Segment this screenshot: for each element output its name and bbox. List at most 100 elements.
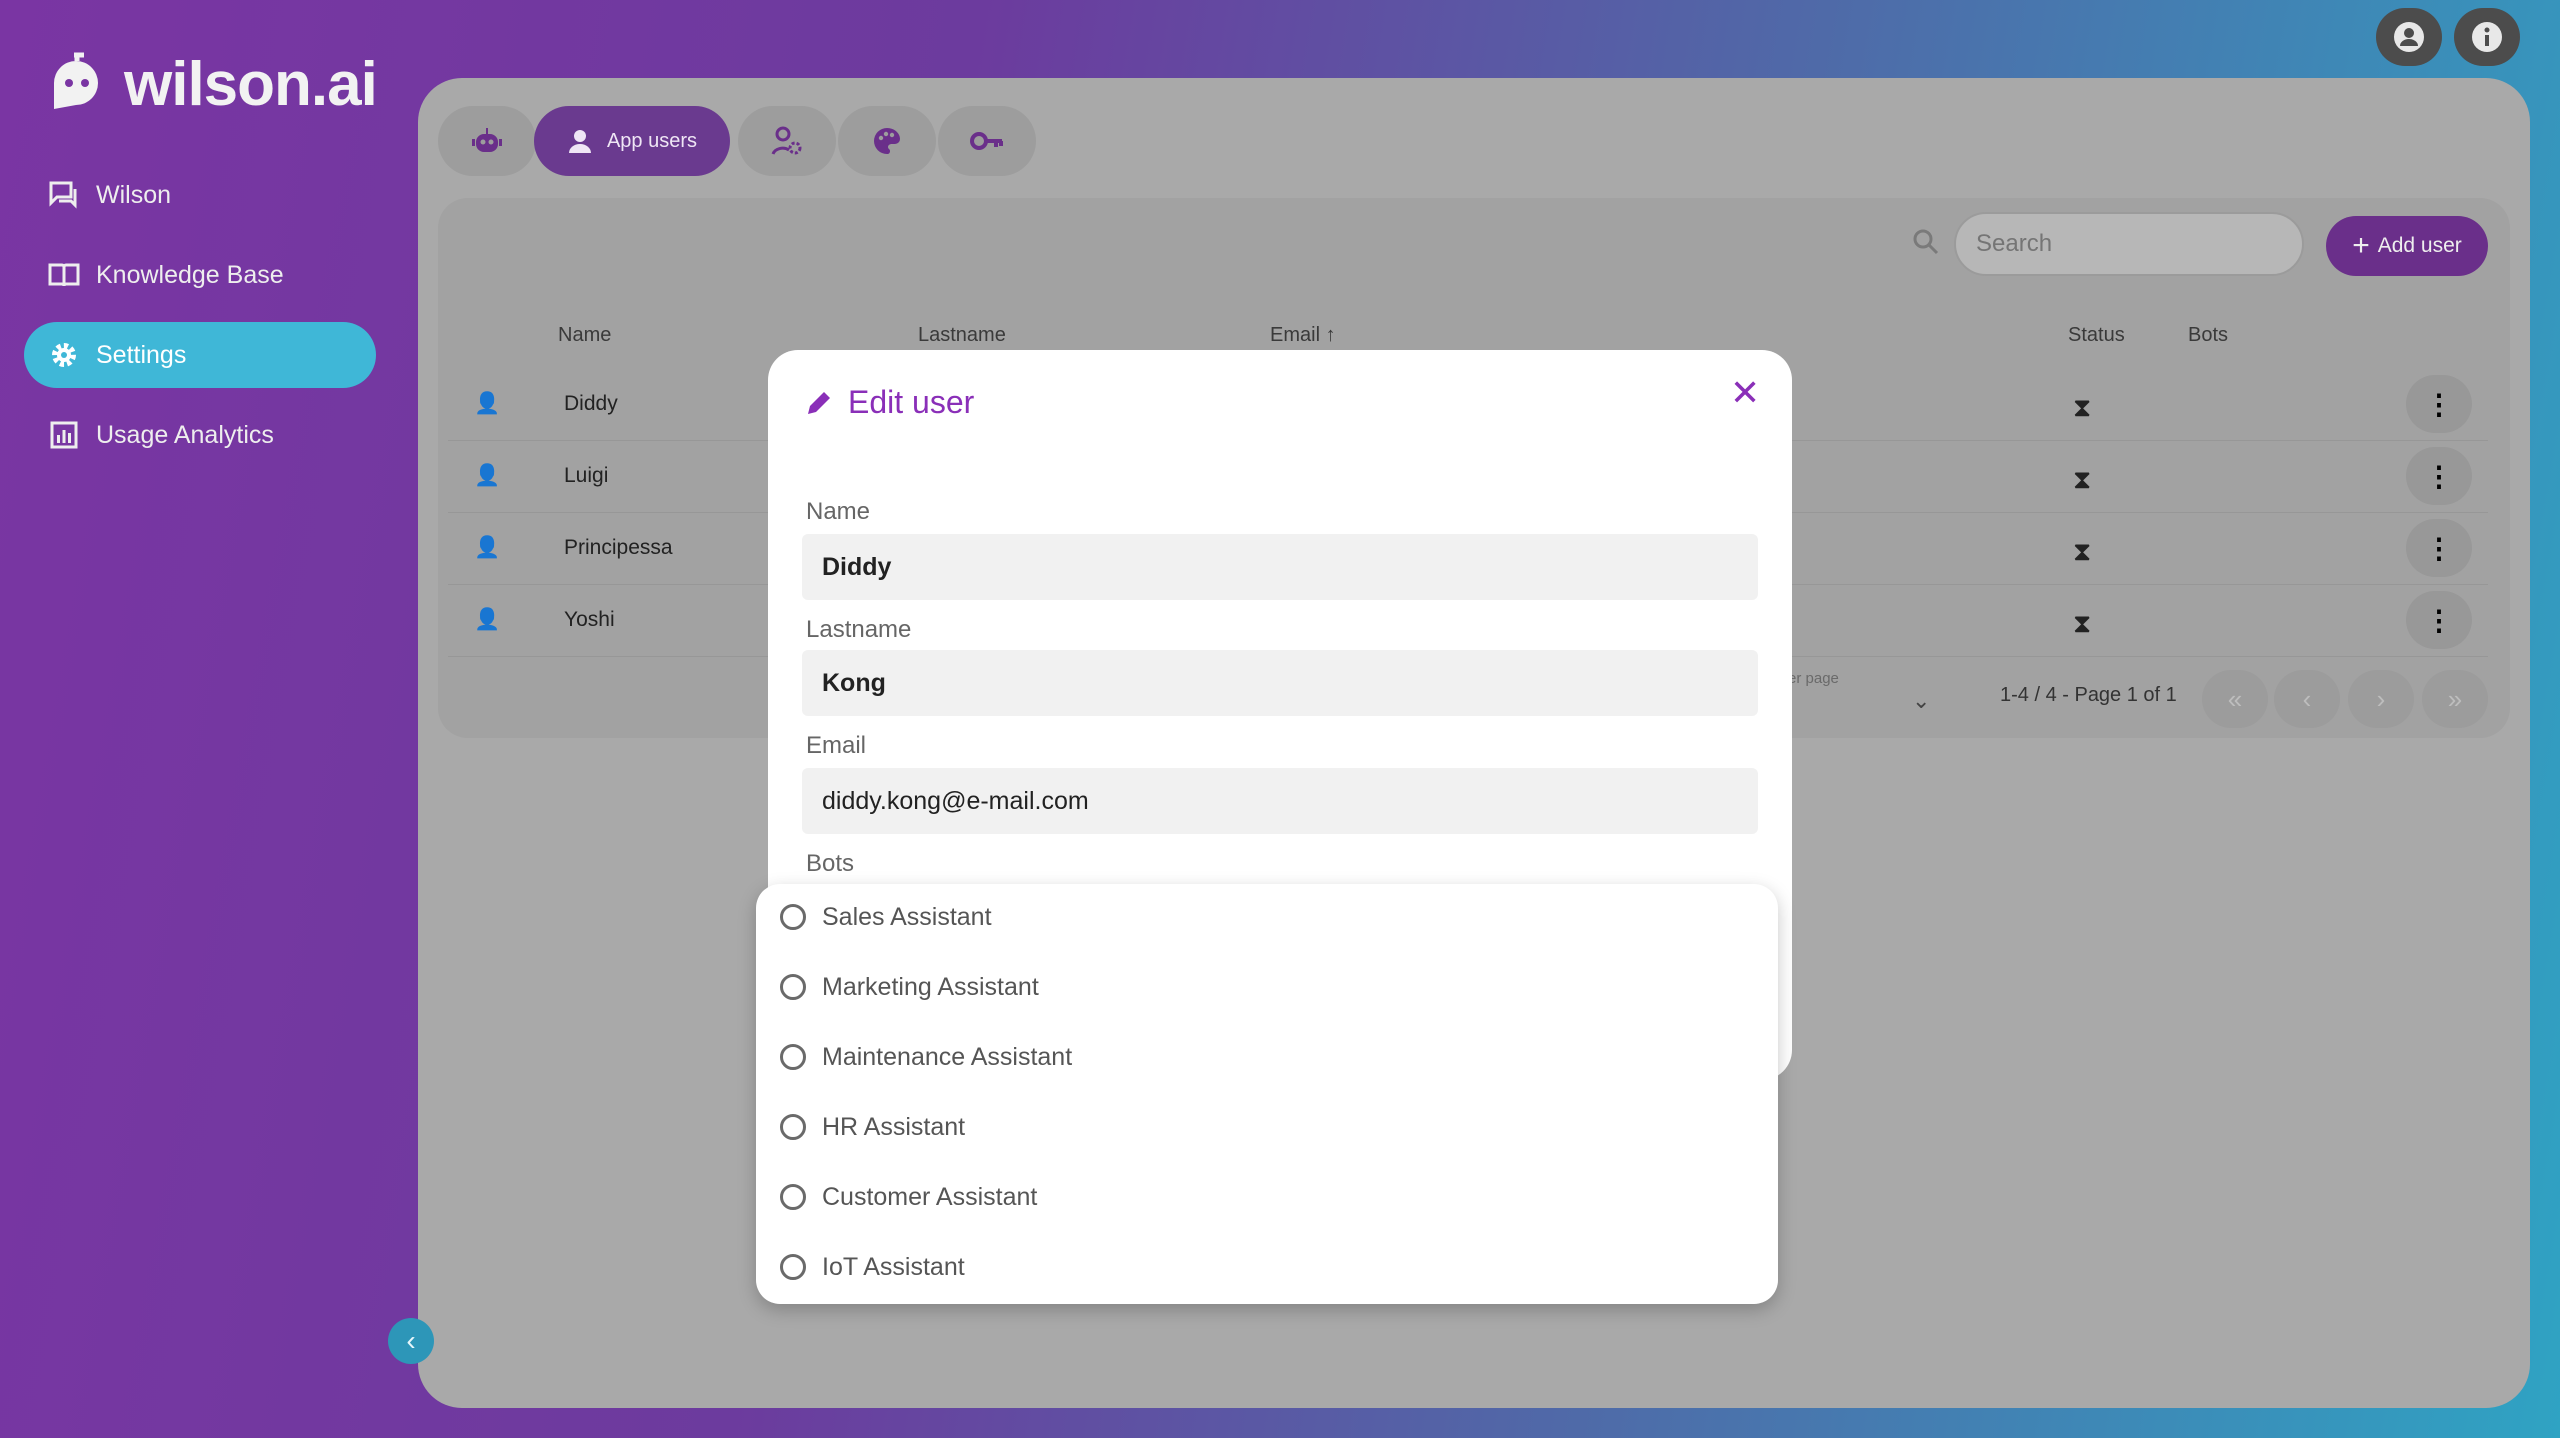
sidebar-item-wilson[interactable]: Wilson <box>24 162 376 228</box>
radio-unchecked-icon <box>780 974 806 1000</box>
radio-unchecked-icon <box>780 1184 806 1210</box>
gear-icon <box>44 335 84 375</box>
bot-option-label: Marketing Assistant <box>822 972 1039 1001</box>
close-icon[interactable]: ✕ <box>1730 372 1760 414</box>
column-header-name[interactable]: Name <box>558 324 611 347</box>
next-page-button[interactable]: › <box>2348 670 2414 728</box>
column-header-email-label: Email <box>1270 324 1321 346</box>
account-button[interactable] <box>2376 8 2442 66</box>
robot-logo-icon <box>54 52 98 109</box>
plus-icon: + <box>2352 229 2370 262</box>
bot-option-label: Sales Assistant <box>822 902 992 931</box>
column-header-email[interactable]: Email ↑ <box>1270 324 1336 347</box>
bots-label: Bots <box>806 850 855 877</box>
sort-ascending-icon: ↑ <box>1325 324 1336 346</box>
bot-option-customer[interactable]: Customer Assistant <box>780 1172 1037 1222</box>
dialog-title: Edit user <box>804 384 974 421</box>
chevron-right-icon: › <box>2376 683 2386 714</box>
name-label: Name <box>806 498 871 525</box>
email-label: Email <box>806 732 867 759</box>
bot-option-label: IoT Assistant <box>822 1252 965 1281</box>
bots-dropdown: Sales Assistant Marketing Assistant Main… <box>756 884 1778 1304</box>
palette-icon <box>874 128 900 154</box>
add-user-label: Add user <box>2377 234 2462 257</box>
chat-icon <box>44 175 84 215</box>
bot-option-hr[interactable]: HR Assistant <box>780 1102 965 1152</box>
bot-option-iot[interactable]: IoT Assistant <box>780 1242 965 1292</box>
kebab-icon: ⋮ <box>2425 388 2453 420</box>
sidebar-item-label: Settings <box>96 340 187 369</box>
lastname-label: Lastname <box>806 616 912 643</box>
row-menu-button[interactable]: ⋮ <box>2406 519 2472 577</box>
book-icon <box>44 255 84 295</box>
double-chevron-left-icon: « <box>2227 683 2243 714</box>
kebab-icon: ⋮ <box>2425 604 2453 636</box>
analytics-icon <box>44 415 84 455</box>
tab-api-keys[interactable] <box>938 106 1036 176</box>
tab-bots[interactable] <box>438 106 536 176</box>
robot-icon <box>472 128 502 152</box>
row-name: Diddy <box>564 392 618 415</box>
radio-unchecked-icon <box>780 1254 806 1280</box>
name-field[interactable]: Diddy <box>802 534 1758 600</box>
radio-unchecked-icon <box>780 1044 806 1070</box>
prev-page-button[interactable]: ‹ <box>2274 670 2340 728</box>
chevron-left-icon: ‹ <box>2302 683 2312 714</box>
tab-app-users[interactable]: App users <box>534 106 730 176</box>
hourglass-icon: ⧗ <box>2073 392 2092 422</box>
column-header-lastname[interactable]: Lastname <box>918 324 1006 347</box>
user-icon <box>568 130 591 153</box>
first-page-button[interactable]: « <box>2202 670 2268 728</box>
dialog-title-text: Edit user <box>848 384 975 420</box>
sidebar-item-settings[interactable]: Settings <box>24 322 376 388</box>
tab-appearance[interactable] <box>838 106 936 176</box>
row-menu-button[interactable]: ⋮ <box>2406 375 2472 433</box>
column-header-bots[interactable]: Bots <box>2188 324 2228 347</box>
column-header-status[interactable]: Status <box>2068 324 2125 347</box>
collapse-sidebar-button[interactable]: ‹ <box>388 1318 434 1364</box>
kebab-icon: ⋮ <box>2425 460 2453 492</box>
row-menu-button[interactable]: ⋮ <box>2406 591 2472 649</box>
row-name: Yoshi <box>564 608 615 631</box>
chevron-down-icon[interactable]: ⌄ <box>1912 688 1930 714</box>
double-chevron-right-icon: » <box>2447 683 2463 714</box>
email-field[interactable]: diddy.kong@e-mail.com <box>802 768 1758 834</box>
sidebar-item-label: Knowledge Base <box>96 260 284 289</box>
account-icon <box>2394 22 2424 52</box>
hourglass-icon: ⧗ <box>2073 536 2092 566</box>
row-name: Luigi <box>564 464 609 487</box>
user-settings-icon <box>771 126 802 155</box>
sidebar-item-label: Wilson <box>96 180 172 209</box>
bot-option-label: Customer Assistant <box>822 1182 1038 1211</box>
last-page-button[interactable]: » <box>2422 670 2488 728</box>
lastname-field[interactable]: Kong <box>802 650 1758 716</box>
tab-user-settings[interactable] <box>738 106 836 176</box>
bot-option-marketing[interactable]: Marketing Assistant <box>780 962 1039 1012</box>
add-user-button[interactable]: + Add user <box>2326 216 2488 276</box>
rows-per-page-label: er page <box>1788 670 1839 687</box>
brand-logo: wilson.ai <box>44 44 378 124</box>
pencil-icon <box>808 391 830 414</box>
radio-unchecked-icon <box>780 1114 806 1140</box>
info-button[interactable] <box>2454 8 2520 66</box>
user-icon: 👤 <box>474 608 501 631</box>
bot-option-label: Maintenance Assistant <box>822 1042 1073 1071</box>
user-icon: 👤 <box>474 536 501 559</box>
brand-name: wilson.ai <box>124 49 378 119</box>
bot-option-sales[interactable]: Sales Assistant <box>780 892 992 942</box>
bot-option-maintenance[interactable]: Maintenance Assistant <box>780 1032 1072 1082</box>
user-icon: 👤 <box>474 464 501 487</box>
sidebar-item-knowledge-base[interactable]: Knowledge Base <box>24 242 376 308</box>
key-icon <box>970 132 1003 150</box>
radio-unchecked-icon <box>780 904 806 930</box>
user-icon: 👤 <box>474 392 501 415</box>
kebab-icon: ⋮ <box>2425 532 2453 564</box>
row-name: Principessa <box>564 536 673 559</box>
search-icon <box>1912 228 1940 261</box>
page-info: 1-4 / 4 - Page 1 of 1 <box>2000 684 2177 706</box>
sidebar-item-usage-analytics[interactable]: Usage Analytics <box>24 402 376 468</box>
tab-label: App users <box>606 129 698 152</box>
row-menu-button[interactable]: ⋮ <box>2406 447 2472 505</box>
bot-option-label: HR Assistant <box>822 1112 966 1141</box>
search-input[interactable] <box>1954 212 2304 276</box>
